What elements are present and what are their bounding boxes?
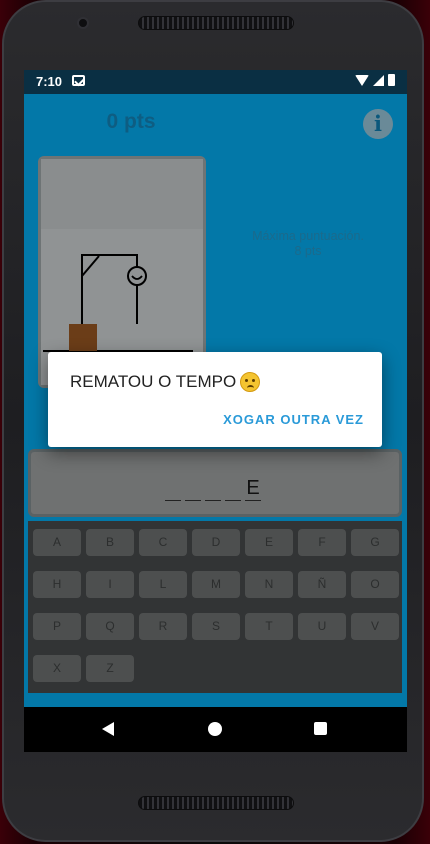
time-up-dialog: REMATOU O TEMPO XOGAR OUTRA VEZ: [48, 352, 382, 447]
top-speaker: [138, 16, 294, 30]
play-again-button[interactable]: XOGAR OUTRA VEZ: [223, 412, 364, 427]
battery-icon: [388, 74, 395, 86]
status-time: 7:10: [36, 74, 63, 89]
wifi-icon: [355, 74, 369, 86]
front-camera: [77, 17, 89, 29]
status-icons: [355, 74, 395, 86]
sad-face-emoji-icon: [240, 372, 261, 392]
screen: 7:10 0 pts i Máxima puntuación. 8 pts E …: [24, 70, 407, 752]
signal-icon: [373, 74, 384, 86]
status-bar: 7:10: [24, 70, 407, 94]
dialog-title-text: REMATOU O TEMPO: [70, 372, 237, 391]
home-icon[interactable]: [208, 722, 222, 736]
recents-icon[interactable]: [314, 722, 327, 735]
dialog-title: REMATOU O TEMPO: [70, 372, 261, 392]
phone-frame: 7:10 0 pts i Máxima puntuación. 8 pts E …: [2, 0, 424, 842]
back-icon[interactable]: [102, 722, 114, 736]
message-icon: [72, 75, 85, 86]
bottom-speaker: [138, 796, 294, 810]
navigation-bar: [24, 707, 407, 752]
